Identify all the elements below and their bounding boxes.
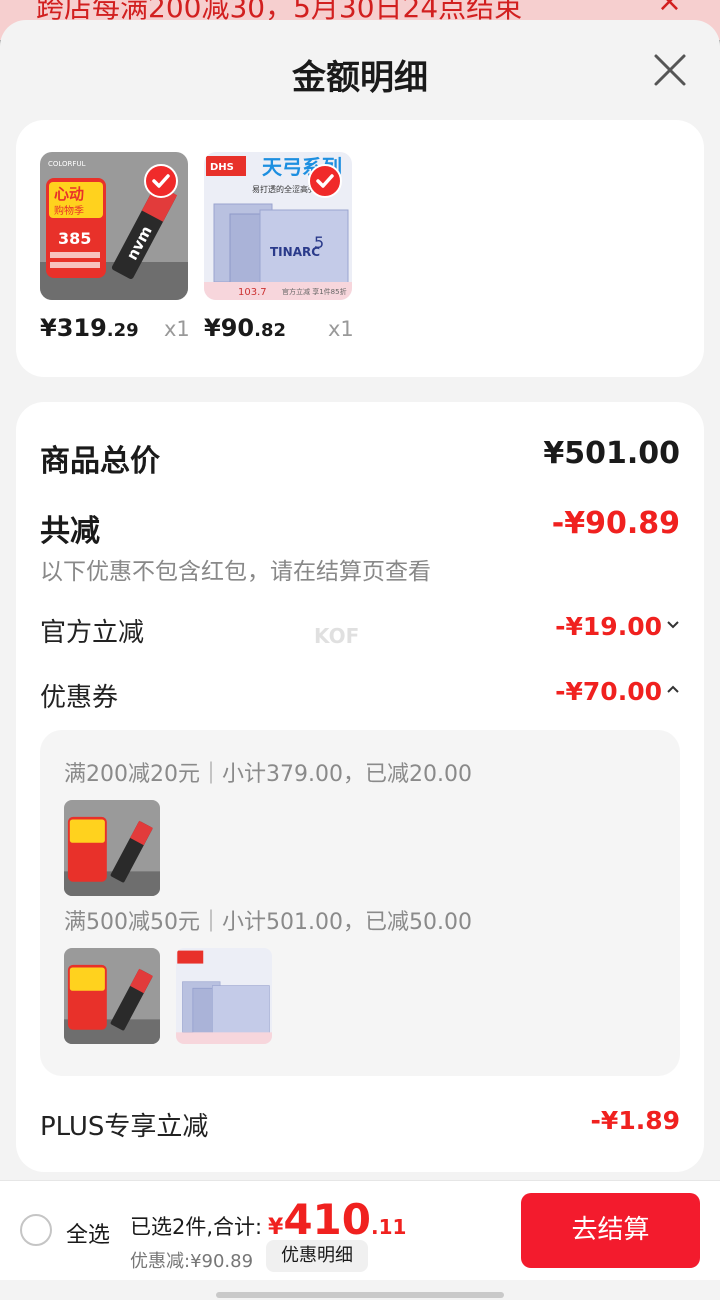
select-all-radio[interactable]	[20, 1214, 52, 1246]
coupon-value: -¥70.00	[555, 677, 662, 706]
total-cents: .11	[370, 1215, 407, 1239]
sheet-title: 金额明细	[292, 58, 428, 98]
ssd-mini-image	[64, 948, 160, 1044]
ssd-promo-sub: 购物季	[54, 204, 84, 217]
total-int: 410	[283, 1195, 371, 1244]
coupon-row[interactable]: 优惠券 -¥70.00	[40, 677, 680, 717]
goods-total-label: 商品总价	[40, 444, 160, 479]
coupon-detail-box: 满200减20元｜小计379.00，已减20.00 满500减50元｜小计501…	[40, 730, 680, 1076]
watermark-text: KOF	[314, 624, 360, 648]
chevron-up-icon[interactable]	[666, 681, 680, 700]
price-cents: .82	[254, 320, 286, 341]
selected-check-icon[interactable]	[144, 164, 178, 198]
total-price: ¥410.11	[268, 1195, 406, 1244]
selected-check-icon[interactable]	[308, 164, 342, 198]
ssd-promo: 心动	[54, 185, 84, 203]
product-item-rubber[interactable]: DHS 天弓系列 易打透的全涩高弹套胶 TINARC 5 103.7 官方立减 …	[204, 152, 354, 342]
close-icon-svg	[654, 54, 686, 86]
home-indicator[interactable]	[216, 1292, 504, 1298]
rubber-model-num: 5	[314, 233, 324, 252]
ssd-product-image: COLORFUL 心动 购物季 385 nvm	[40, 152, 188, 300]
coupon-line: 满200减20元｜小计379.00，已减20.00	[64, 762, 472, 787]
rubber-brand: DHS	[210, 162, 234, 173]
discount-text: 优惠减:¥90.89	[130, 1251, 254, 1272]
total-reduce-value: -¥90.89	[551, 506, 680, 541]
chevron-down-icon[interactable]	[666, 616, 680, 635]
discount-detail-button[interactable]: 优惠明细	[266, 1240, 368, 1272]
official-reduce-value: -¥19.00	[555, 612, 662, 641]
price-cents: .29	[106, 320, 139, 341]
official-reduce-label: 官方立减	[40, 618, 145, 648]
price-breakdown-card: 商品总价 ¥501.00 共减 -¥90.89 以下优惠不包含红包，请在结算页查…	[16, 402, 704, 1172]
product-qty: x1	[164, 317, 190, 341]
reduce-note: 以下优惠不包含红包，请在结算页查看	[40, 559, 431, 585]
rubber-mini-image	[176, 948, 272, 1044]
price-int: ¥90	[204, 314, 255, 342]
coupon-line: 满500减50元｜小计501.00，已减50.00	[64, 910, 472, 935]
selected-count-text: 已选2件,合计:	[130, 1215, 263, 1239]
product-price: ¥319.29	[40, 314, 139, 342]
price-int: ¥319	[40, 314, 107, 342]
checkout-button[interactable]: 去结算	[521, 1193, 700, 1268]
total-symbol: ¥	[268, 1215, 284, 1240]
product-item-ssd[interactable]: COLORFUL 心动 购物季 385 nvm ¥319.29 x1	[40, 152, 190, 342]
rubber-footer: 官方立减 享1件85折	[282, 287, 347, 296]
close-icon[interactable]	[650, 50, 690, 90]
rubber-price: 103.7	[238, 287, 267, 298]
ssd-mini-image	[64, 800, 160, 896]
coupon-label: 优惠券	[40, 683, 119, 713]
ssd-price: 385	[58, 229, 91, 248]
goods-total-value: ¥501.00	[543, 436, 680, 471]
ssd-brand: COLORFUL	[48, 160, 86, 168]
banner-close-icon[interactable]: ×	[657, 0, 682, 19]
total-reduce-label: 共减	[40, 514, 100, 549]
official-reduce-row[interactable]: 官方立减 -¥19.00	[40, 612, 680, 652]
selected-products-card: COLORFUL 心动 购物季 385 nvm ¥319.29 x1 DHS 天…	[16, 120, 704, 377]
product-price: ¥90.82	[204, 314, 286, 342]
rubber-model: TINARC	[270, 245, 320, 259]
select-all-label[interactable]: 全选	[66, 1217, 110, 1249]
amount-detail-sheet: 金额明细 COLORFUL 心动 购物季 385 nvm ¥319.29 x1 …	[0, 20, 720, 1300]
product-qty: x1	[328, 317, 354, 341]
plus-reduce-label: PLUS专享立减	[40, 1112, 209, 1142]
checkout-bar: 全选 已选2件,合计: ¥410.11 优惠减:¥90.89 优惠明细 去结算	[0, 1180, 720, 1280]
plus-reduce-value: -¥1.89	[590, 1106, 680, 1135]
rubber-product-image: DHS 天弓系列 易打透的全涩高弹套胶 TINARC 5 103.7 官方立减 …	[204, 152, 352, 300]
